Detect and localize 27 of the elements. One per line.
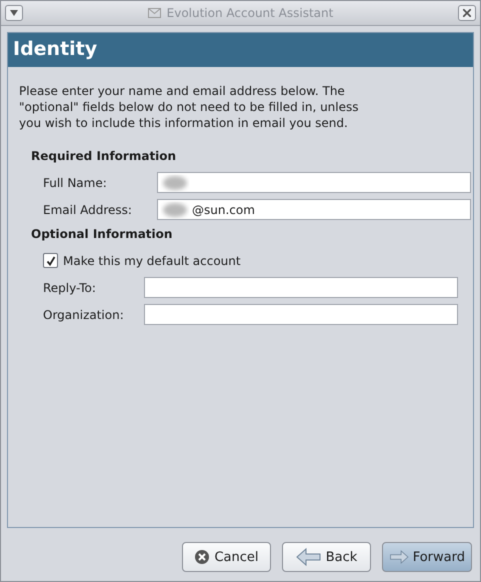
checkmark-icon [46, 256, 56, 266]
arrow-left-icon [296, 548, 322, 566]
text-field[interactable] [144, 277, 458, 298]
back-button[interactable]: Back [282, 542, 371, 572]
page-title: Identity [8, 33, 473, 67]
field-label: Full Name: [43, 176, 108, 190]
close-icon [462, 9, 471, 17]
intro-text: Please enter your name and email address below. The "optional" fields below do not need to be filled in, unless you wish to include this information in email you send. [19, 83, 359, 131]
text-field[interactable] [144, 304, 458, 325]
section-heading: Required Information [31, 149, 178, 163]
field-label: Reply-To: [43, 280, 97, 294]
window-menu-button[interactable] [5, 5, 23, 21]
text-field[interactable]: @sun.com [157, 199, 471, 220]
close-button[interactable] [458, 5, 476, 21]
field-label: Organization: [43, 308, 125, 322]
cancel-button[interactable]: Cancel [182, 542, 271, 572]
text-field[interactable] [157, 172, 471, 193]
field-label: Email Address: [43, 202, 133, 216]
forward-button[interactable]: Forward [382, 542, 472, 572]
envelope-icon [148, 8, 161, 18]
caret-icon [10, 10, 18, 16]
arrow-right-icon [389, 548, 409, 566]
checkbox-label: Make this my default account [63, 254, 241, 268]
window-title: Evolution Account Assistant [166, 6, 334, 20]
checkbox[interactable] [43, 253, 58, 268]
section-heading: Optional Information [31, 227, 174, 241]
cancel-icon [194, 549, 210, 565]
